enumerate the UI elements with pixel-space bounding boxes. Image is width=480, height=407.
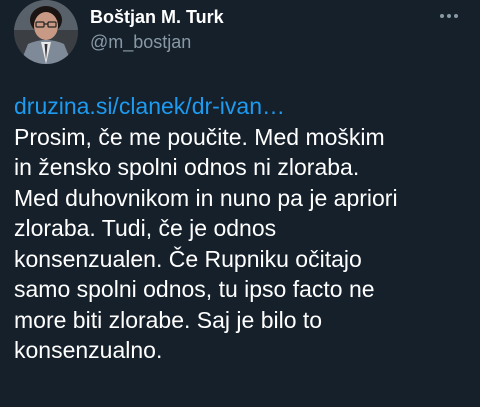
tweet-text-line: in žensko spolni odnos ni zloraba.	[14, 154, 360, 180]
tweet-text-line: more biti zlorabe. Saj je bilo to	[14, 306, 323, 333]
author-handle[interactable]: @m_bostjan	[90, 31, 191, 53]
dot	[454, 14, 458, 18]
tweet-text: druzina.si/clanek/dr-ivan… Prosim, če me…	[14, 91, 474, 366]
author-name[interactable]: Boštjan M. Turk	[90, 6, 224, 28]
dot	[440, 14, 444, 18]
tweet-text-line: Med duhovnikom in nuno pa je apriori	[14, 184, 398, 211]
article-link[interactable]: druzina.si/clanek/dr-ivan…	[14, 91, 474, 122]
more-options-icon[interactable]	[436, 6, 462, 26]
tweet-text-line: samo spolni odnos, tu ipso facto ne	[14, 276, 375, 302]
tweet: Boštjan M. Turk @m_bostjan druzina.si/cl…	[0, 0, 480, 407]
tweet-text-line: zloraba. Tudi, če je odnos	[14, 215, 277, 241]
avatar[interactable]	[14, 0, 78, 64]
tweet-text-line: konsenzualno.	[14, 337, 163, 363]
tweet-text-line: Prosim, če me poučite. Med moškim	[14, 123, 385, 150]
tweet-text-line: konsenzualen. Če Rupniku očitajo	[14, 245, 362, 272]
dot	[447, 14, 451, 18]
profile-photo-icon	[14, 0, 78, 64]
